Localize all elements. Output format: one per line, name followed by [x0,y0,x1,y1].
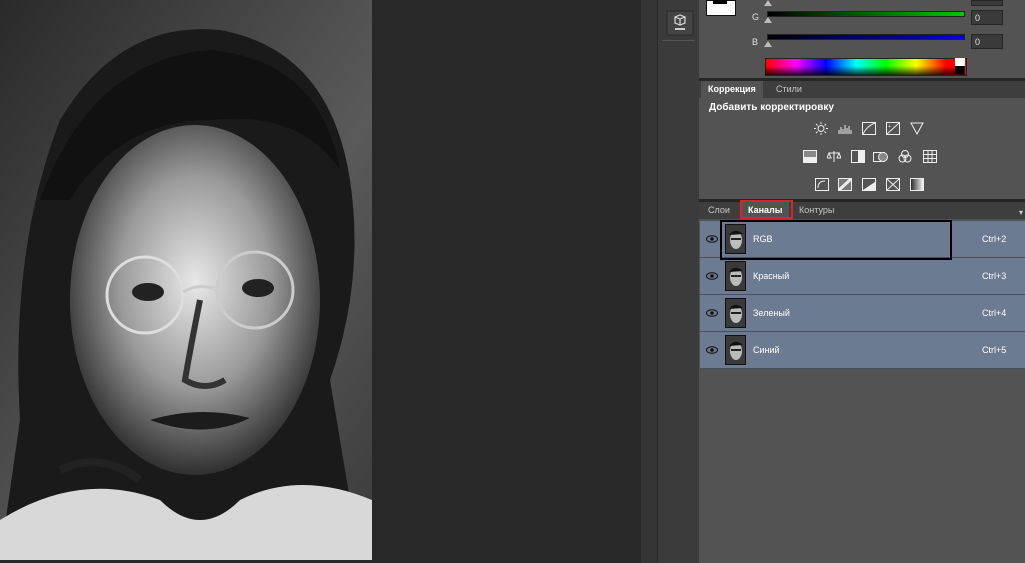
tab-adjustments[interactable]: Коррекция [701,81,763,98]
channel-mixer-icon[interactable] [898,150,912,163]
tab-paths[interactable]: Контуры [792,202,841,219]
posterize-icon[interactable] [837,177,853,192]
curves-icon[interactable] [862,122,876,135]
tab-styles[interactable]: Стили [769,81,809,98]
visibility-eye-icon[interactable] [706,346,718,354]
svg-text:+: + [888,124,891,130]
color-lookup-icon[interactable] [923,150,937,163]
spectrum-black-white[interactable] [955,58,965,74]
spectrum-shade [765,66,965,75]
levels-icon[interactable] [838,122,852,135]
tab-layers[interactable]: Слои [701,202,737,219]
r-slider-thumb[interactable] [764,0,772,6]
vibrance-icon[interactable] [910,122,924,136]
cube-icon [666,10,694,36]
channel-thumbnail [725,261,746,291]
selective-color-icon[interactable] [886,178,900,191]
collapsed-panel-strip [657,0,700,563]
document-canvas[interactable] [0,0,372,560]
invert-icon[interactable] [815,178,829,191]
rgb-row-annotation-box [720,220,952,260]
portrait-image [0,0,372,560]
channel-thumbnail [725,335,746,365]
g-slider-label: G [752,12,760,22]
channels-tab-highlight [740,200,793,219]
channel-shortcut: Ctrl+2 [982,234,1007,244]
hue-saturation-icon[interactable] [803,150,817,163]
panel-menu-icon[interactable]: ▾ [1019,208,1023,217]
visibility-eye-icon[interactable] [706,309,718,317]
visibility-eye-icon[interactable] [706,235,718,243]
adjustments-heading: Добавить корректировку [709,102,834,113]
visibility-eye-icon[interactable] [706,272,718,280]
channel-thumbnail [725,298,746,328]
channel-row-red[interactable] [700,258,1025,295]
workspace-background [372,0,641,563]
brightness-icon[interactable] [814,122,828,135]
3d-panel-button[interactable] [666,10,694,36]
gradient-map-icon[interactable] [910,178,924,191]
background-color-swatch[interactable] [713,0,727,4]
g-slider-thumb[interactable] [764,17,772,23]
adjustments-tabbar: Коррекция Стили [699,81,1025,98]
threshold-icon[interactable] [862,178,876,191]
channel-shortcut: Ctrl+5 [982,345,1007,355]
b-value-field[interactable]: 0 [971,34,1003,49]
color-balance-icon[interactable] [826,150,842,163]
channel-row-green[interactable] [700,295,1025,332]
b-slider-thumb[interactable] [764,41,772,47]
b-slider-label: B [752,37,759,47]
g-slider-ramp[interactable] [767,11,965,17]
channel-name: Красный [753,271,790,281]
dock-divider[interactable] [641,0,657,563]
b-slider-ramp[interactable] [767,34,965,40]
black-white-icon[interactable] [851,150,865,163]
channel-name: Зеленый [753,308,790,318]
channel-shortcut: Ctrl+4 [982,308,1007,318]
strip-separator [662,40,694,41]
channel-shortcut: Ctrl+3 [982,271,1007,281]
channel-row-blue[interactable] [700,332,1025,369]
photo-filter-icon[interactable] [873,150,888,163]
r-value-field[interactable] [971,0,1003,6]
g-value-field[interactable]: 0 [971,10,1003,25]
exposure-icon[interactable]: + [886,122,900,135]
channel-name: Синий [753,345,780,355]
